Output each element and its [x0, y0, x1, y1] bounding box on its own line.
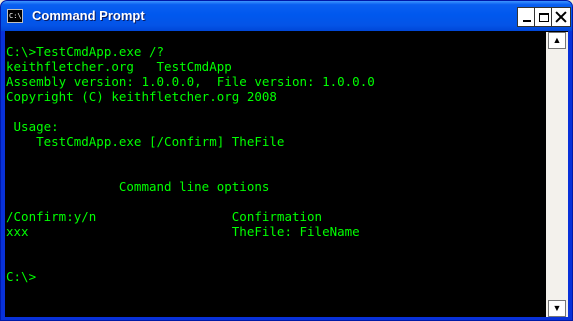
console-prompt-line: C:\> — [6, 269, 37, 284]
console-line: keithfletcher.org TestCmdApp — [6, 59, 232, 74]
console-line: Usage: — [6, 119, 59, 134]
console-line: Assembly version: 1.0.0.0, File version:… — [6, 74, 375, 89]
console-app-icon[interactable]: C:\ — [7, 9, 23, 23]
scrollbar-track[interactable] — [546, 49, 568, 300]
scroll-down-button[interactable]: ▼ — [548, 300, 566, 317]
console-line: xxx TheFile: FileName — [6, 224, 360, 239]
close-icon — [555, 11, 567, 23]
console-line: Copyright (C) keithfletcher.org 2008 — [6, 89, 277, 104]
vertical-scrollbar[interactable]: ▲ ▼ — [546, 32, 568, 317]
close-button[interactable] — [551, 7, 571, 27]
console-line: Command line options — [6, 179, 270, 194]
scroll-down-arrow-icon: ▼ — [552, 303, 562, 313]
window-title: Command Prompt — [32, 8, 145, 23]
console-client-area: C:\>TestCmdApp.exe /? keithfletcher.org … — [5, 31, 568, 317]
minimize-icon — [523, 20, 531, 22]
scroll-up-button[interactable]: ▲ — [548, 32, 566, 49]
maximize-icon — [539, 12, 549, 22]
console-line: /Confirm:y/n Confirmation — [6, 209, 323, 224]
console-line: TestCmdApp.exe [/Confirm] TheFile — [6, 134, 285, 149]
title-bar[interactable]: C:\ Command Prompt — [1, 1, 572, 31]
console-line: C:\>TestCmdApp.exe /? — [6, 44, 165, 59]
console-output[interactable]: C:\>TestCmdApp.exe /? keithfletcher.org … — [6, 44, 544, 317]
command-prompt-window: C:\ Command Prompt C:\>TestCmdApp.exe /?… — [0, 0, 573, 321]
scroll-up-arrow-icon: ▲ — [552, 35, 562, 45]
